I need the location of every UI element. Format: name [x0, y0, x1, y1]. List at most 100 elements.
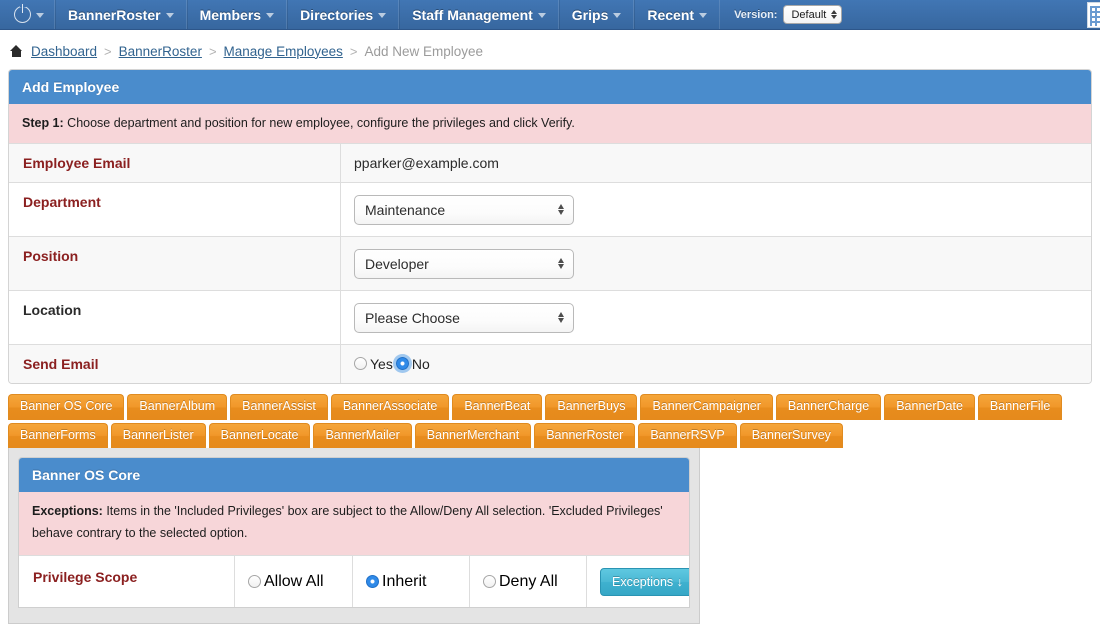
- exceptions-alert: Exceptions: Items in the 'Included Privi…: [19, 492, 689, 555]
- chevron-down-icon: [266, 13, 275, 18]
- tab-content-pane: Banner OS Core Exceptions: Items in the …: [8, 448, 700, 625]
- power-icon: [14, 3, 31, 23]
- scope-option-deny-all[interactable]: Deny All: [469, 556, 586, 607]
- exceptions-button-cell: Exceptions ↓: [586, 556, 689, 607]
- position-select-value: Developer: [365, 255, 429, 272]
- scope-option-allow-all[interactable]: Allow All: [235, 556, 352, 607]
- banner-os-core-panel: Banner OS Core Exceptions: Items in the …: [18, 457, 690, 608]
- building-icon[interactable]: [1087, 2, 1100, 28]
- tab-bannerlocate[interactable]: BannerLocate: [208, 422, 311, 449]
- send-email-label-no: No: [411, 355, 430, 372]
- form-row-location: Location Please Choose: [9, 289, 1091, 344]
- version-label: Version:: [734, 8, 778, 21]
- tab-bannerdate[interactable]: BannerDate: [884, 393, 975, 420]
- home-icon: [10, 45, 23, 57]
- label-department: Department: [9, 182, 341, 236]
- send-email-radio-yes[interactable]: [354, 357, 367, 371]
- add-employee-panel: Add Employee Step 1: Choose department a…: [8, 69, 1092, 384]
- value-send-email: Yes No: [341, 345, 1091, 383]
- department-select[interactable]: Maintenance: [354, 194, 574, 225]
- step-instruction-alert: Step 1: Choose department and position f…: [9, 104, 1091, 143]
- tab-bannerassist[interactable]: BannerAssist: [230, 393, 328, 420]
- privilege-scope-row: Privilege Scope Allow All Inherit Deny A…: [19, 555, 689, 607]
- tab-bannerassociate[interactable]: BannerAssociate: [330, 393, 450, 420]
- step-label: Step 1:: [22, 116, 64, 130]
- chevron-down-icon: [378, 13, 387, 18]
- updown-arrows-icon: [831, 10, 838, 19]
- value-department: Maintenance: [341, 183, 1091, 236]
- privilege-scope-options: Allow All Inherit Deny All Exceptions ↓: [235, 556, 689, 607]
- tab-bannerbuys[interactable]: BannerBuys: [545, 393, 638, 420]
- tab-bannercampaigner[interactable]: BannerCampaigner: [640, 393, 773, 420]
- scope-option-inherit[interactable]: Inherit: [352, 556, 469, 607]
- version-select[interactable]: Default: [783, 5, 843, 24]
- department-select-value: Maintenance: [365, 201, 446, 218]
- tab-bannerfile[interactable]: BannerFile: [977, 393, 1063, 420]
- label-position: Position: [9, 236, 341, 290]
- nav-label: BannerRoster: [68, 6, 161, 23]
- updown-arrows-icon: [558, 312, 564, 324]
- nav-item-members[interactable]: Members: [186, 0, 288, 29]
- tab-bannerbeat[interactable]: BannerBeat: [452, 393, 543, 420]
- value-position: Developer: [341, 237, 1091, 290]
- chevron-down-icon: [537, 13, 546, 18]
- chevron-down-icon: [613, 13, 622, 18]
- send-email-label-yes: Yes: [370, 355, 393, 372]
- form-row-employee-email: Employee Email pparker@example.com: [9, 142, 1091, 182]
- value-employee-email: pparker@example.com: [354, 154, 499, 171]
- label-privilege-scope: Privilege Scope: [19, 556, 235, 607]
- form-row-send-email: Send Email Yes No: [9, 343, 1091, 383]
- send-email-radio-no[interactable]: [395, 357, 409, 371]
- tab-bannercharge[interactable]: BannerCharge: [775, 393, 882, 420]
- updown-arrows-icon: [558, 204, 564, 216]
- nav-item-directories[interactable]: Directories: [287, 0, 400, 29]
- tab-bannersurvey[interactable]: BannerSurvey: [739, 422, 843, 449]
- breadcrumb-item-manage-employees[interactable]: Manage Employees: [224, 44, 343, 59]
- send-email-radio-group: Yes No: [354, 356, 433, 372]
- scope-radio-deny-all[interactable]: [483, 575, 496, 588]
- top-navbar: BannerRoster Members Directories Staff M…: [0, 0, 1100, 30]
- breadcrumb-separator: >: [208, 43, 217, 59]
- scope-label-inherit: Inherit: [382, 572, 427, 590]
- nav-item-bannerroster[interactable]: BannerRoster: [55, 0, 187, 29]
- tab-bannerrsvp[interactable]: BannerRSVP: [638, 422, 737, 449]
- position-select[interactable]: Developer: [354, 248, 574, 279]
- updown-arrows-icon: [558, 258, 564, 270]
- label-location: Location: [9, 290, 341, 344]
- breadcrumb-separator: >: [104, 43, 112, 59]
- label-send-email: Send Email: [9, 344, 341, 383]
- breadcrumb-item-dashboard[interactable]: Dashboard: [31, 44, 97, 59]
- tab-banner-os-core[interactable]: Banner OS Core: [8, 393, 125, 420]
- nav-label: Members: [199, 6, 262, 23]
- power-menu-button[interactable]: [0, 0, 55, 29]
- exceptions-text: Items in the 'Included Privileges' box a…: [32, 504, 663, 541]
- nav-item-staff-management[interactable]: Staff Management: [399, 0, 559, 29]
- form-row-department: Department Maintenance: [9, 181, 1091, 236]
- scope-label-deny-all: Deny All: [499, 572, 558, 590]
- panel-title: Add Employee: [9, 70, 1091, 104]
- nav-item-recent[interactable]: Recent: [634, 0, 721, 29]
- scope-radio-allow-all[interactable]: [248, 575, 261, 588]
- exceptions-label: Exceptions:: [32, 504, 103, 519]
- nav-item-grips[interactable]: Grips: [558, 0, 635, 29]
- chevron-down-icon: [165, 13, 174, 18]
- form-row-position: Position Developer: [9, 235, 1091, 290]
- tab-bannerlister[interactable]: BannerLister: [110, 422, 206, 449]
- nav-label: Recent: [647, 6, 695, 23]
- value-location: Please Choose: [341, 291, 1091, 344]
- subpanel-title: Banner OS Core: [19, 458, 689, 493]
- tab-bannerforms[interactable]: BannerForms: [8, 422, 108, 449]
- location-select-value: Please Choose: [365, 309, 460, 326]
- tab-bannermerchant[interactable]: BannerMerchant: [414, 422, 532, 449]
- tab-bannerroster[interactable]: BannerRoster: [534, 422, 636, 449]
- nav-label: Grips: [571, 6, 609, 23]
- module-tabs: Banner OS Core BannerAlbum BannerAssist …: [8, 393, 1092, 449]
- location-select[interactable]: Please Choose: [354, 302, 574, 333]
- chevron-down-icon: [699, 13, 708, 18]
- tab-bannermailer[interactable]: BannerMailer: [313, 422, 412, 449]
- exceptions-button[interactable]: Exceptions ↓: [600, 567, 689, 596]
- tab-banneralbum[interactable]: BannerAlbum: [127, 393, 228, 420]
- scope-radio-inherit[interactable]: [366, 575, 379, 588]
- breadcrumb-item-bannerroster[interactable]: BannerRoster: [119, 44, 202, 59]
- nav-label: Staff Management: [412, 6, 533, 23]
